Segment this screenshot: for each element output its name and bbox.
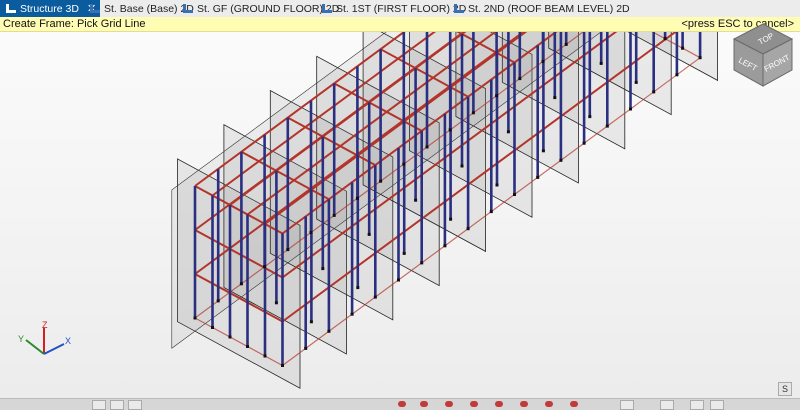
support-node	[675, 73, 679, 77]
support-node	[629, 107, 632, 111]
tab-label: St. GF (GROUND FLOOR) 2D	[197, 2, 340, 15]
support-node	[216, 299, 220, 303]
view-icon	[6, 4, 16, 13]
support-node	[211, 326, 214, 329]
tab-label: Structure 3D	[20, 2, 79, 15]
support-node	[652, 90, 656, 94]
support-node	[397, 278, 400, 282]
axis-triad: Z Y X	[18, 320, 71, 355]
support-node	[460, 164, 464, 168]
x-axis-label: X	[65, 336, 71, 346]
tab-st-base[interactable]: St. Base (Base) 2D	[90, 0, 194, 17]
support-node	[599, 61, 603, 65]
support-node	[605, 124, 609, 128]
support-node	[263, 265, 267, 269]
view-icon	[183, 4, 193, 13]
status-button[interactable]	[570, 401, 578, 407]
support-node	[495, 94, 499, 98]
support-node	[518, 77, 522, 81]
support-node	[582, 141, 586, 145]
support-node	[193, 316, 197, 320]
support-node	[356, 286, 360, 290]
support-node	[420, 261, 424, 265]
support-node	[379, 179, 383, 183]
tab-st-2nd[interactable]: St. 2ND (ROOF BEAM LEVEL) 2D	[454, 0, 630, 17]
x-axis-line	[43, 343, 65, 355]
support-node	[274, 301, 278, 305]
structure-3d-viewport[interactable]: TOP LEFT FRONT Z Y X S	[0, 23, 800, 398]
support-node	[443, 244, 447, 248]
status-bar	[0, 398, 800, 410]
support-node	[402, 251, 406, 255]
support-node	[541, 149, 545, 153]
support-node	[541, 60, 545, 63]
tab-st-gf[interactable]: St. GF (GROUND FLOOR) 2D	[183, 0, 339, 17]
support-node	[263, 354, 267, 358]
support-node	[553, 96, 557, 100]
support-node	[309, 320, 313, 324]
view-tab-bar: Structure 3D ✕ St. Base (Base) 2D St. GF…	[0, 0, 800, 18]
tab-label: St. 1ST (FIRST FLOOR) 2D	[336, 2, 467, 15]
support-node	[634, 80, 638, 84]
tab-label: St. 2ND (ROOF BEAM LEVEL) 2D	[468, 2, 630, 15]
support-node	[228, 335, 232, 339]
support-node	[350, 312, 354, 316]
tab-structure-3d[interactable]: Structure 3D ✕	[0, 0, 101, 17]
status-button[interactable]	[445, 401, 453, 407]
support-node	[588, 115, 592, 119]
support-node	[239, 282, 243, 286]
z-axis-label: Z	[42, 320, 48, 330]
tab-label: St. Base (Base) 2D	[104, 2, 194, 15]
support-node	[309, 231, 313, 234]
tab-st-1st[interactable]: St. 1ST (FIRST FLOOR) 2D	[322, 0, 466, 17]
support-node	[513, 193, 516, 196]
support-node	[304, 346, 308, 350]
support-node	[448, 128, 452, 132]
status-button[interactable]	[420, 401, 428, 407]
support-node	[564, 42, 568, 46]
support-node	[559, 158, 563, 162]
view-icon	[454, 4, 464, 13]
support-node	[327, 329, 331, 333]
view-icon	[90, 4, 100, 13]
view-cube[interactable]: TOP LEFT FRONT	[730, 22, 796, 92]
support-node	[286, 248, 290, 252]
support-node	[414, 198, 418, 202]
support-node	[466, 227, 470, 231]
support-node	[402, 162, 406, 166]
support-node	[246, 345, 249, 348]
support-node	[425, 145, 429, 149]
support-node	[355, 196, 359, 200]
structure-model[interactable]	[0, 32, 800, 398]
support-node	[495, 183, 499, 187]
status-button[interactable]	[520, 401, 528, 407]
support-node	[663, 37, 667, 41]
command-prompt: Create Frame: Pick Grid Line	[3, 18, 146, 30]
snap-icon[interactable]: S	[778, 382, 792, 396]
support-node	[506, 130, 510, 134]
y-axis-label: Y	[18, 334, 24, 344]
status-button[interactable]	[545, 401, 553, 407]
support-node	[681, 46, 685, 50]
support-node	[332, 213, 336, 217]
support-node	[536, 175, 540, 179]
support-node	[373, 295, 377, 299]
support-node	[698, 56, 702, 60]
support-node	[471, 111, 475, 115]
status-button[interactable]	[398, 401, 406, 407]
command-prompt-bar: Create Frame: Pick Grid Line <press ESC …	[0, 17, 800, 32]
status-button[interactable]	[470, 401, 478, 407]
support-node	[367, 232, 371, 236]
support-node	[449, 217, 453, 221]
y-axis-line	[25, 339, 45, 355]
support-node	[281, 364, 284, 367]
status-button[interactable]	[495, 401, 503, 407]
support-node	[321, 267, 325, 271]
support-node	[489, 210, 493, 214]
view-icon	[322, 4, 332, 13]
